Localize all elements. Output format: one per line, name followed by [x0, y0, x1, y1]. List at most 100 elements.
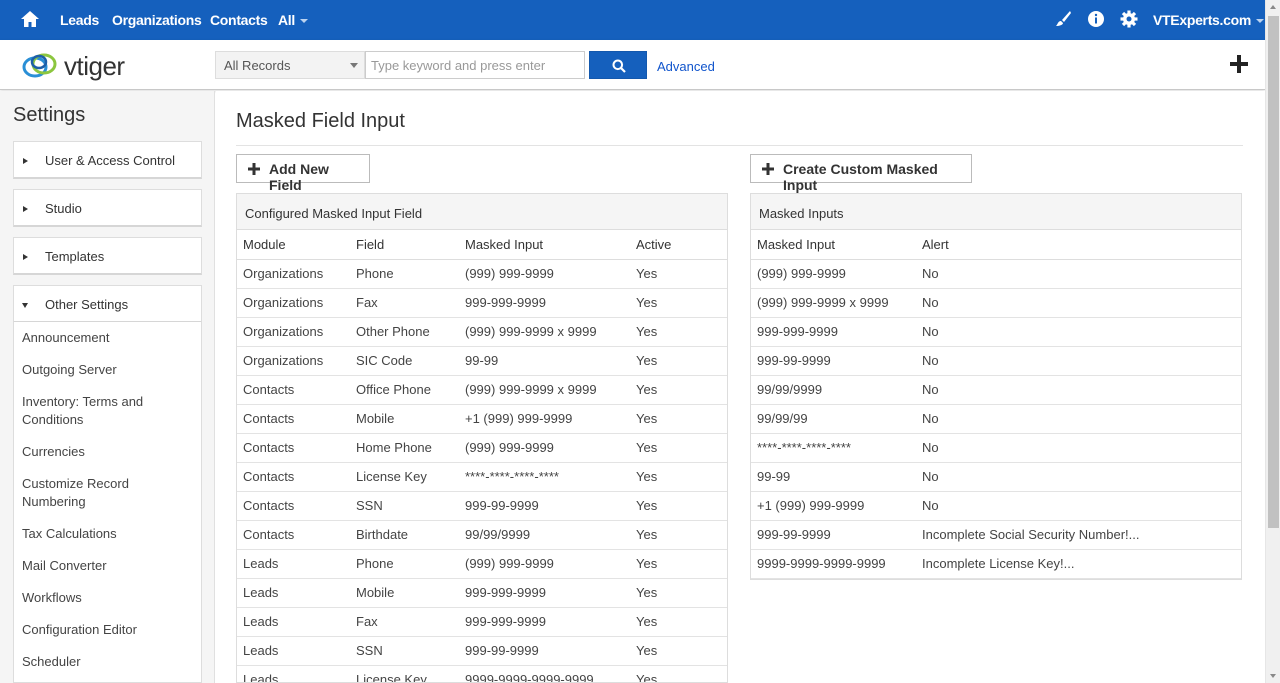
- gear-icon[interactable]: [1120, 10, 1138, 28]
- table-cell: Yes: [630, 636, 727, 666]
- table-row[interactable]: Contacts Mobile +1 (999) 999-9999 Yes: [237, 404, 727, 434]
- table-row[interactable]: Contacts Home Phone (999) 999-9999 Yes: [237, 433, 727, 463]
- search-input[interactable]: [365, 51, 585, 79]
- nav-leads[interactable]: Leads: [60, 12, 99, 28]
- table-row[interactable]: Organizations SIC Code 99-99 Yes: [237, 346, 727, 376]
- scroll-up-arrow-icon[interactable]: [1270, 5, 1276, 9]
- masked-inputs-panel: Masked Inputs Masked Input Alert (999) 9…: [750, 193, 1242, 580]
- table-cell: (999) 999-9999 x 9999: [459, 375, 630, 405]
- plus-icon: [762, 163, 774, 175]
- table-cell: Organizations: [237, 259, 350, 289]
- table-cell: Contacts: [237, 520, 350, 550]
- search-button[interactable]: [589, 51, 647, 79]
- table-cell: 99-99: [751, 462, 916, 492]
- user-menu[interactable]: VTExperts.com: [1153, 12, 1265, 28]
- scrollbar-thumb[interactable]: [1268, 16, 1279, 528]
- brush-icon[interactable]: [1054, 10, 1072, 28]
- table-row[interactable]: Contacts SSN 999-99-9999 Yes: [237, 491, 727, 521]
- table-row[interactable]: Leads SSN 999-99-9999 Yes: [237, 636, 727, 666]
- sidebar-section-templates[interactable]: Templates: [13, 237, 202, 275]
- table-cell: Contacts: [237, 404, 350, 434]
- table-row[interactable]: Leads License Key 9999-9999-9999-9999 Yes: [237, 665, 727, 682]
- table-cell: Yes: [630, 259, 727, 289]
- table-row[interactable]: 99/99/9999 No: [751, 375, 1241, 405]
- record-filter-value: All Records: [224, 58, 291, 73]
- table-cell: Incomplete License Key!...: [916, 549, 1241, 579]
- table-row[interactable]: 999-99-9999 Incomplete Social Security Nu…: [751, 520, 1241, 550]
- nav-all-label: All: [278, 12, 295, 28]
- vtiger-logo[interactable]: vtiger: [22, 48, 154, 82]
- table-row[interactable]: Organizations Fax 999-999-9999 Yes: [237, 288, 727, 318]
- table-row[interactable]: Contacts Birthdate 99/99/9999 Yes: [237, 520, 727, 550]
- table-row[interactable]: 99-99 No: [751, 462, 1241, 492]
- table-row[interactable]: Leads Phone (999) 999-9999 Yes: [237, 549, 727, 579]
- nav-organizations[interactable]: Organizations: [112, 12, 202, 28]
- table-cell: No: [916, 259, 1241, 289]
- scroll-down-arrow-icon[interactable]: [1270, 674, 1276, 678]
- sidebar-item-configuration-editor[interactable]: Configuration Editor: [22, 621, 192, 639]
- sidebar-item-tax-calculations[interactable]: Tax Calculations: [22, 525, 192, 543]
- nav-all-menu[interactable]: All: [278, 12, 308, 28]
- sidebar-item-inventory-terms[interactable]: Inventory: Terms and Conditions: [22, 393, 192, 429]
- logo-text: vtiger: [64, 51, 125, 81]
- page-scrollbar[interactable]: [1265, 0, 1280, 683]
- sidebar-item-mail-converter[interactable]: Mail Converter: [22, 557, 192, 575]
- masked-inputs-heading: Masked Inputs: [751, 194, 1241, 230]
- sidebar-section-label: Studio: [45, 201, 82, 216]
- sidebar-item-outgoing-server[interactable]: Outgoing Server: [22, 361, 192, 379]
- column-header[interactable]: Module: [237, 230, 350, 260]
- table-row[interactable]: Leads Mobile 999-999-9999 Yes: [237, 578, 727, 608]
- info-icon[interactable]: [1087, 10, 1105, 28]
- table-cell: Yes: [630, 375, 727, 405]
- sidebar-item-currencies[interactable]: Currencies: [22, 443, 192, 461]
- table-row[interactable]: Leads Fax 999-999-9999 Yes: [237, 607, 727, 637]
- table-row[interactable]: Contacts License Key ****-****-****-**** Ye…: [237, 462, 727, 492]
- column-header[interactable]: Masked Input: [751, 230, 916, 260]
- column-header[interactable]: Field: [350, 230, 459, 260]
- record-filter-select[interactable]: All Records: [215, 51, 365, 79]
- create-custom-masked-input-button[interactable]: Create Custom Masked Input: [750, 154, 972, 193]
- quick-create-plus-icon[interactable]: [1229, 54, 1249, 74]
- table-row[interactable]: 999-999-9999 No: [751, 317, 1241, 347]
- top-navbar: Leads Organizations Contacts All VTExper…: [0, 0, 1265, 40]
- main-content: Masked Field Input Add New Field Create …: [216, 91, 1265, 683]
- advanced-search-link[interactable]: Advanced: [657, 59, 715, 74]
- table-row[interactable]: 999-99-9999 No: [751, 346, 1241, 376]
- sidebar-item-scheduler[interactable]: Scheduler: [22, 653, 192, 671]
- table-cell: (999) 999-9999: [459, 259, 630, 289]
- sidebar-section-user-access[interactable]: User & Access Control: [13, 141, 202, 179]
- sidebar-item-announcement[interactable]: Announcement: [22, 329, 192, 347]
- table-cell: No: [916, 491, 1241, 521]
- table-cell: Yes: [630, 491, 727, 521]
- table-cell: Phone: [350, 259, 459, 289]
- chevron-down-icon: [300, 19, 308, 24]
- table-row[interactable]: ****-****-****-**** No: [751, 433, 1241, 463]
- table-row[interactable]: 99/99/99 No: [751, 404, 1241, 434]
- sidebar-section-other-settings[interactable]: Other Settings: [13, 285, 202, 323]
- table-row[interactable]: (999) 999-9999 x 9999 No: [751, 288, 1241, 318]
- create-custom-masked-input-label: Create Custom Masked Input: [783, 161, 938, 193]
- table-row[interactable]: Contacts Office Phone (999) 999-9999 x 999…: [237, 375, 727, 405]
- sidebar-item-record-numbering[interactable]: Customize Record Numbering: [22, 475, 192, 511]
- table-cell: 999-99-9999: [751, 346, 916, 376]
- table-cell: No: [916, 288, 1241, 318]
- table-cell: 9999-9999-9999-9999: [459, 665, 630, 682]
- column-header[interactable]: Active: [630, 230, 727, 260]
- column-header[interactable]: Masked Input: [459, 230, 630, 260]
- add-new-field-button[interactable]: Add New Field: [236, 154, 370, 193]
- masked-inputs-table: Masked Input Alert (999) 999-9999 No (999)…: [751, 230, 1241, 579]
- table-cell: Yes: [630, 607, 727, 637]
- table-row[interactable]: (999) 999-9999 No: [751, 259, 1241, 289]
- table-row[interactable]: Organizations Other Phone (999) 999-9999 x…: [237, 317, 727, 347]
- sidebar-item-workflows[interactable]: Workflows: [22, 589, 192, 607]
- table-cell: SSN: [350, 636, 459, 666]
- table-row[interactable]: 9999-9999-9999-9999 Incomplete License Ke…: [751, 549, 1241, 579]
- nav-contacts[interactable]: Contacts: [210, 12, 268, 28]
- column-header[interactable]: Alert: [916, 230, 1241, 260]
- table-header-row: Module Field Masked Input Active: [237, 230, 727, 260]
- table-cell: No: [916, 317, 1241, 347]
- table-row[interactable]: Organizations Phone (999) 999-9999 Yes: [237, 259, 727, 289]
- sidebar-section-studio[interactable]: Studio: [13, 189, 202, 227]
- table-row[interactable]: +1 (999) 999-9999 No: [751, 491, 1241, 521]
- home-icon[interactable]: [20, 9, 40, 29]
